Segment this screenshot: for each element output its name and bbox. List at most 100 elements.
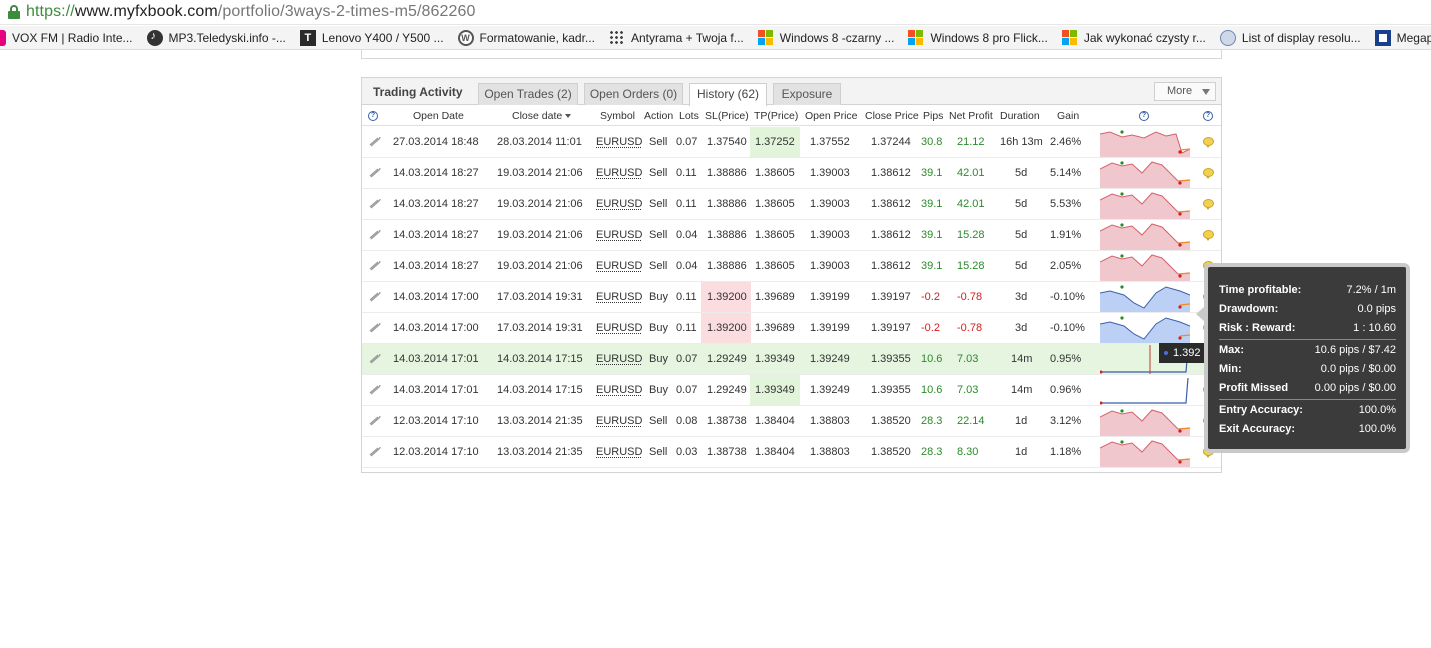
action: Sell (649, 260, 668, 272)
help-icon[interactable]: ? (1203, 111, 1213, 121)
comment-icon[interactable] (1203, 168, 1214, 179)
table-row[interactable]: 14.03.2014 17:01 14.03.2014 17:15 EURUSD… (362, 375, 1221, 406)
col-net-profit[interactable]: Net Profit (949, 110, 993, 122)
paperclip-icon[interactable] (369, 323, 381, 333)
open-price: 1.39199 (810, 322, 850, 334)
bookmark-vox-fm[interactable]: VOX FM | Radio Inte... (0, 29, 133, 46)
trade-sparkline[interactable] (1100, 252, 1190, 281)
symbol-link[interactable]: EURUSD (596, 384, 642, 396)
trade-sparkline[interactable] (1100, 128, 1190, 157)
tab-exposure[interactable]: Exposure (773, 83, 841, 105)
col-close-price[interactable]: Close Price (865, 110, 919, 122)
col-open-date[interactable]: Open Date (413, 110, 464, 122)
symbol-link[interactable]: EURUSD (596, 415, 642, 427)
open-date: 12.03.2014 17:10 (393, 446, 479, 458)
table-row[interactable]: 14.03.2014 18:27 19.03.2014 21:06 EURUSD… (362, 251, 1221, 282)
trade-sparkline[interactable] (1100, 407, 1190, 436)
paperclip-icon[interactable] (369, 292, 381, 302)
table-row[interactable]: 12.03.2014 17:10 13.03.2014 21:35 EURUSD… (362, 406, 1221, 437)
lots: 0.07 (676, 136, 698, 148)
gain: -0.10% (1050, 291, 1085, 303)
net-profit: 7.03 (957, 384, 979, 396)
trade-sparkline[interactable] (1100, 314, 1190, 343)
comment-icon[interactable] (1203, 199, 1214, 210)
trade-sparkline[interactable] (1100, 190, 1190, 219)
trade-sparkline[interactable] (1100, 438, 1190, 467)
col-close-date[interactable]: Close date (512, 110, 572, 122)
trade-sparkline[interactable] (1100, 376, 1190, 405)
symbol-link[interactable]: EURUSD (596, 446, 642, 458)
symbol-link[interactable]: EURUSD (596, 167, 642, 179)
tab-history[interactable]: History (62) (689, 83, 767, 106)
bookmark-windows-8-pro[interactable]: Windows 8 pro Flick... (908, 29, 1048, 46)
address-bar[interactable]: https://www.myfxbook.com/portfolio/3ways… (0, 0, 1431, 25)
tab-open-orders[interactable]: Open Orders (0) (584, 83, 683, 105)
stat-value: 100.0% (1358, 404, 1396, 416)
paperclip-icon[interactable] (369, 416, 381, 426)
stat-label: Profit Missed (1219, 382, 1289, 394)
bookmarks-bar: VOX FM | Radio Inte... MP3.Teledyski.inf… (0, 26, 1431, 50)
table-row[interactable]: 14.03.2014 18:27 19.03.2014 21:06 EURUSD… (362, 189, 1221, 220)
bookmark-formatowanie[interactable]: W Formatowanie, kadr... (457, 29, 595, 46)
bookmark-jak-wykonac[interactable]: Jak wykonać czysty r... (1061, 29, 1206, 46)
symbol-link[interactable]: EURUSD (596, 229, 642, 241)
help-icon[interactable]: ? (368, 111, 378, 121)
table-row[interactable]: 14.03.2014 17:00 17.03.2014 19:31 EURUSD… (362, 313, 1221, 344)
bookmark-lenovo[interactable]: T Lenovo Y400 / Y500 ... (299, 29, 444, 46)
stat-label: Min: (1219, 363, 1242, 375)
symbol-link[interactable]: EURUSD (596, 291, 642, 303)
table-row[interactable]: 12.03.2014 17:10 13.03.2014 21:35 EURUSD… (362, 437, 1221, 468)
gain: -0.10% (1050, 322, 1085, 334)
more-dropdown[interactable]: More (1154, 82, 1216, 101)
bookmark-antyrama[interactable]: Antyrama + Twoja f... (608, 29, 744, 46)
col-open-price[interactable]: Open Price (805, 110, 858, 122)
paperclip-icon[interactable] (369, 199, 381, 209)
table-row[interactable]: 14.03.2014 18:27 19.03.2014 21:06 EURUSD… (362, 220, 1221, 251)
close-price: 1.38520 (871, 446, 911, 458)
table-row[interactable]: 14.03.2014 17:00 17.03.2014 19:31 EURUSD… (362, 282, 1221, 313)
paperclip-icon[interactable] (369, 354, 381, 364)
bookmark-windows-8-czarny[interactable]: Windows 8 -czarny ... (757, 29, 894, 46)
symbol-link[interactable]: EURUSD (596, 198, 642, 210)
paperclip-icon[interactable] (369, 137, 381, 147)
tooltip-stat: Time profitable: 7.2% / 1m (1219, 284, 1396, 300)
symbol-link[interactable]: EURUSD (596, 136, 642, 148)
tp-price: 1.37252 (755, 136, 795, 148)
col-lots[interactable]: Lots (679, 110, 699, 122)
symbol-link[interactable]: EURUSD (596, 260, 642, 272)
duration: 3d (1015, 291, 1028, 303)
table-row[interactable]: 27.03.2014 18:48 28.03.2014 11:01 EURUSD… (362, 127, 1221, 158)
col-symbol[interactable]: Symbol (600, 110, 635, 122)
trade-sparkline[interactable] (1100, 221, 1190, 250)
comment-icon[interactable] (1203, 137, 1214, 148)
paperclip-icon[interactable] (369, 230, 381, 240)
help-icon[interactable]: ? (1139, 111, 1149, 121)
sort-desc-icon (565, 114, 572, 119)
table-row[interactable]: 14.03.2014 18:27 19.03.2014 21:06 EURUSD… (362, 158, 1221, 189)
symbol-link[interactable]: EURUSD (596, 322, 642, 334)
action: Sell (649, 167, 668, 179)
bookmark-megapixels[interactable]: Megapixels ı (1374, 29, 1431, 46)
paperclip-icon[interactable] (369, 385, 381, 395)
col-duration[interactable]: Duration (1000, 110, 1040, 122)
paperclip-icon[interactable] (369, 447, 381, 457)
trade-sparkline[interactable] (1100, 159, 1190, 188)
col-action[interactable]: Action (644, 110, 673, 122)
trade-sparkline[interactable] (1100, 283, 1190, 312)
paperclip-icon[interactable] (369, 261, 381, 271)
bookmark-mp3-teledyski[interactable]: MP3.Teledyski.info -... (146, 29, 286, 46)
open-price: 1.38803 (810, 415, 850, 427)
table-row[interactable]: 14.03.2014 17:01 14.03.2014 17:15 EURUSD… (362, 344, 1221, 375)
symbol-link[interactable]: EURUSD (596, 353, 642, 365)
tab-open-trades[interactable]: Open Trades (2) (478, 83, 578, 105)
url-text[interactable]: https://www.myfxbook.com/portfolio/3ways… (26, 3, 476, 21)
col-tp-price[interactable]: TP(Price) (754, 110, 798, 122)
col-gain[interactable]: Gain (1057, 110, 1079, 122)
comment-icon[interactable] (1203, 230, 1214, 241)
col-sl-price[interactable]: SL(Price) (705, 110, 749, 122)
paperclip-icon[interactable] (369, 168, 381, 178)
col-pips[interactable]: Pips (923, 110, 943, 122)
sl-price: 1.38886 (707, 260, 747, 272)
lock-icon (8, 5, 20, 19)
bookmark-display-resolutions[interactable]: List of display resolu... (1219, 29, 1361, 46)
